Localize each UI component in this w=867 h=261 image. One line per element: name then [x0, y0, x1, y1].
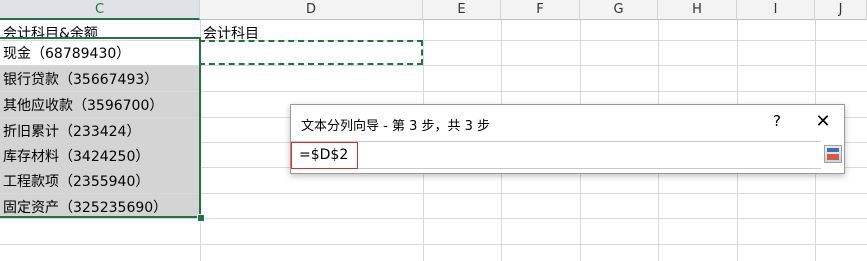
- selection-border: [0, 37, 201, 218]
- dialog-title: 文本分列向导 - 第 3 步，共 3 步: [301, 119, 491, 134]
- destination-input[interactable]: =$D$2: [291, 141, 821, 169]
- column-header-i[interactable]: I: [737, 0, 815, 20]
- fill-handle[interactable]: [197, 214, 205, 222]
- column-header-e[interactable]: E: [423, 0, 501, 20]
- column-header-j[interactable]: J: [815, 0, 867, 20]
- text-to-columns-dialog: 文本分列向导 - 第 3 步，共 3 步 ? ✕ =$D$2: [290, 104, 845, 174]
- column-header-c[interactable]: C: [0, 0, 200, 20]
- grid-line: [0, 244, 867, 245]
- column-header-h[interactable]: H: [658, 0, 737, 20]
- expand-dialog-icon[interactable]: [824, 145, 842, 163]
- column-header-d[interactable]: D: [200, 0, 423, 20]
- column-header-f[interactable]: F: [501, 0, 580, 20]
- close-button[interactable]: ✕: [811, 111, 835, 132]
- help-button[interactable]: ?: [767, 111, 787, 131]
- highlight-box: [291, 142, 358, 169]
- copy-marquee-d2: [199, 40, 423, 65]
- column-header-g[interactable]: G: [580, 0, 658, 20]
